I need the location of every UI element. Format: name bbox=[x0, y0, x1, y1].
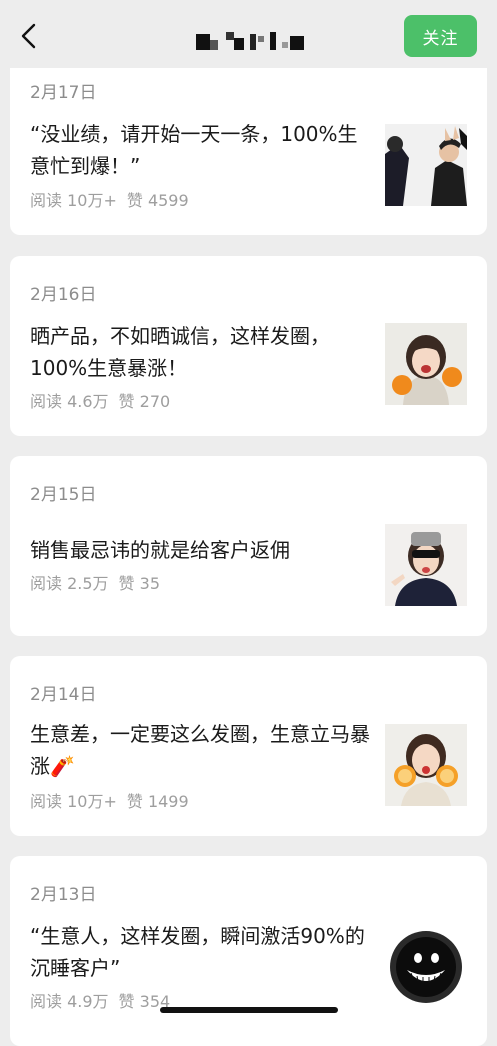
article-date: 2月15日 bbox=[30, 485, 97, 505]
article-stats: 阅读 10万+ 赞 1499 bbox=[30, 788, 199, 812]
article-date: 2月16日 bbox=[30, 285, 97, 305]
read-count: 阅读 10万+ bbox=[30, 191, 117, 210]
home-indicator bbox=[160, 1007, 338, 1013]
account-name-mosaic bbox=[196, 32, 304, 50]
article-stats: 阅读 4.6万赞 270 bbox=[30, 388, 180, 412]
girl-with-sunglasses-thumbnail bbox=[385, 524, 467, 606]
article-thumbnail[interactable] bbox=[385, 926, 467, 1008]
like-count: 赞 1499 bbox=[126, 792, 189, 811]
like-count: 赞 270 bbox=[118, 392, 171, 411]
article-card[interactable]: 2月13日 “生意人，这样发圈，瞬间激活90%的沉睡客户” 阅读 4.9万赞 3… bbox=[10, 856, 487, 1046]
article-title[interactable]: “生意人，这样发圈，瞬间激活90%的沉睡客户” bbox=[30, 920, 375, 984]
article-stats: 阅读 2.5万赞 35 bbox=[30, 570, 170, 594]
article-card[interactable]: 2月17日 “没业绩，请开始一天一条，100%生意忙到爆！” 阅读 10万+ 赞 … bbox=[10, 52, 487, 235]
article-card[interactable]: 2月15日 销售最忌讳的就是给客户返佣 阅读 2.5万赞 35 bbox=[10, 456, 487, 636]
article-date: 2月17日 bbox=[30, 83, 97, 103]
article-title[interactable]: “没业绩，请开始一天一条，100%生意忙到爆！” bbox=[30, 118, 375, 182]
two-figures-thumbnail bbox=[385, 124, 467, 206]
back-arrow-icon[interactable] bbox=[18, 22, 42, 50]
article-date: 2月13日 bbox=[30, 885, 97, 905]
article-thumbnail[interactable] bbox=[385, 524, 467, 606]
read-count: 阅读 4.9万 bbox=[30, 992, 109, 1011]
article-title[interactable]: 销售最忌讳的就是给客户返佣 bbox=[30, 534, 375, 566]
article-thumbnail[interactable] bbox=[385, 724, 467, 806]
article-stats: 阅读 10万+ 赞 4599 bbox=[30, 187, 199, 211]
article-title[interactable]: 晒产品，不如晒诚信，这样发圈，100%生意暴涨！ bbox=[30, 320, 375, 384]
follow-button[interactable]: 关注 bbox=[404, 15, 477, 57]
article-card[interactable]: 2月16日 晒产品，不如晒诚信，这样发圈，100%生意暴涨！ 阅读 4.6万赞 … bbox=[10, 256, 487, 436]
article-thumbnail[interactable] bbox=[385, 124, 467, 206]
article-thumbnail[interactable] bbox=[385, 323, 467, 405]
article-card[interactable]: 2月14日 生意差，一定要这么发圈，生意立马暴涨🧨 阅读 10万+ 赞 1499 bbox=[10, 656, 487, 836]
girl-with-orange-slices-thumbnail bbox=[385, 724, 467, 806]
girl-with-oranges-thumbnail bbox=[385, 323, 467, 405]
article-stats: 阅读 4.9万赞 354 bbox=[30, 988, 180, 1012]
read-count: 阅读 2.5万 bbox=[30, 574, 109, 593]
article-title[interactable]: 生意差，一定要这么发圈，生意立马暴涨🧨 bbox=[30, 718, 375, 782]
article-date: 2月14日 bbox=[30, 685, 97, 705]
read-count: 阅读 4.6万 bbox=[30, 392, 109, 411]
top-bar: 关注 bbox=[0, 0, 497, 68]
like-count: 赞 4599 bbox=[126, 191, 189, 210]
like-count: 赞 35 bbox=[118, 574, 160, 593]
grinning-dark-creature-thumbnail bbox=[385, 926, 467, 1008]
read-count: 阅读 10万+ bbox=[30, 792, 117, 811]
